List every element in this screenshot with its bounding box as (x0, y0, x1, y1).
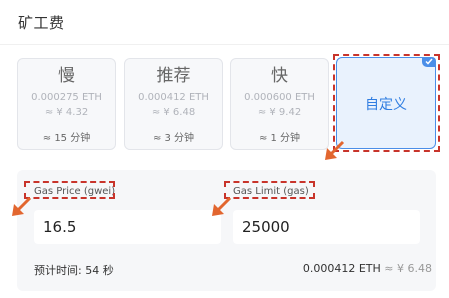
estimated-time: 预计时间: 54 秒 (34, 264, 114, 277)
page-title: 矿工费 (18, 14, 65, 32)
fee-option-name: 快 (271, 66, 288, 86)
fee-option-fast[interactable]: 快 0.000600 ETH ≈ ¥ 9.42 ≈ 1 分钟 (230, 58, 329, 150)
annotation-highlight-box (224, 181, 315, 199)
fee-option-name: 推荐 (156, 66, 191, 86)
fee-option-name: 慢 (58, 66, 75, 86)
total-fee-eth: 0.000412 ETH (302, 262, 381, 275)
total-fee: 0.000412 ETH ≈ ¥ 6.48 (303, 262, 432, 275)
total-fee-cny: ≈ ¥ 6.48 (384, 262, 432, 275)
annotation-highlight-box (24, 181, 115, 199)
fee-option-cny: ≈ ¥ 6.48 (151, 107, 196, 118)
annotation-arrow-icon (325, 140, 345, 160)
fee-option-eth: 0.000600 ETH (244, 92, 315, 103)
fee-option-slow[interactable]: 慢 0.000275 ETH ≈ ¥ 4.32 ≈ 15 分钟 (17, 58, 116, 150)
gas-price-input[interactable]: 16.5 (34, 210, 221, 244)
fee-option-eth: 0.000275 ETH (31, 92, 102, 103)
divider (0, 44, 449, 45)
annotation-arrow-icon (212, 196, 232, 216)
fee-option-time: ≈ 1 分钟 (258, 133, 301, 144)
annotation-highlight-box (333, 54, 440, 152)
fee-option-time: ≈ 15 分钟 (42, 133, 91, 144)
fee-option-eth: 0.000412 ETH (138, 92, 209, 103)
fee-option-cny: ≈ ¥ 9.42 (257, 107, 302, 118)
gas-limit-input[interactable]: 25000 (233, 210, 420, 244)
fee-option-recommended[interactable]: 推荐 0.000412 ETH ≈ ¥ 6.48 ≈ 3 分钟 (124, 58, 223, 150)
fee-option-time: ≈ 3 分钟 (152, 133, 195, 144)
annotation-arrow-icon (12, 196, 32, 216)
fee-option-cny: ≈ ¥ 4.32 (44, 107, 89, 118)
